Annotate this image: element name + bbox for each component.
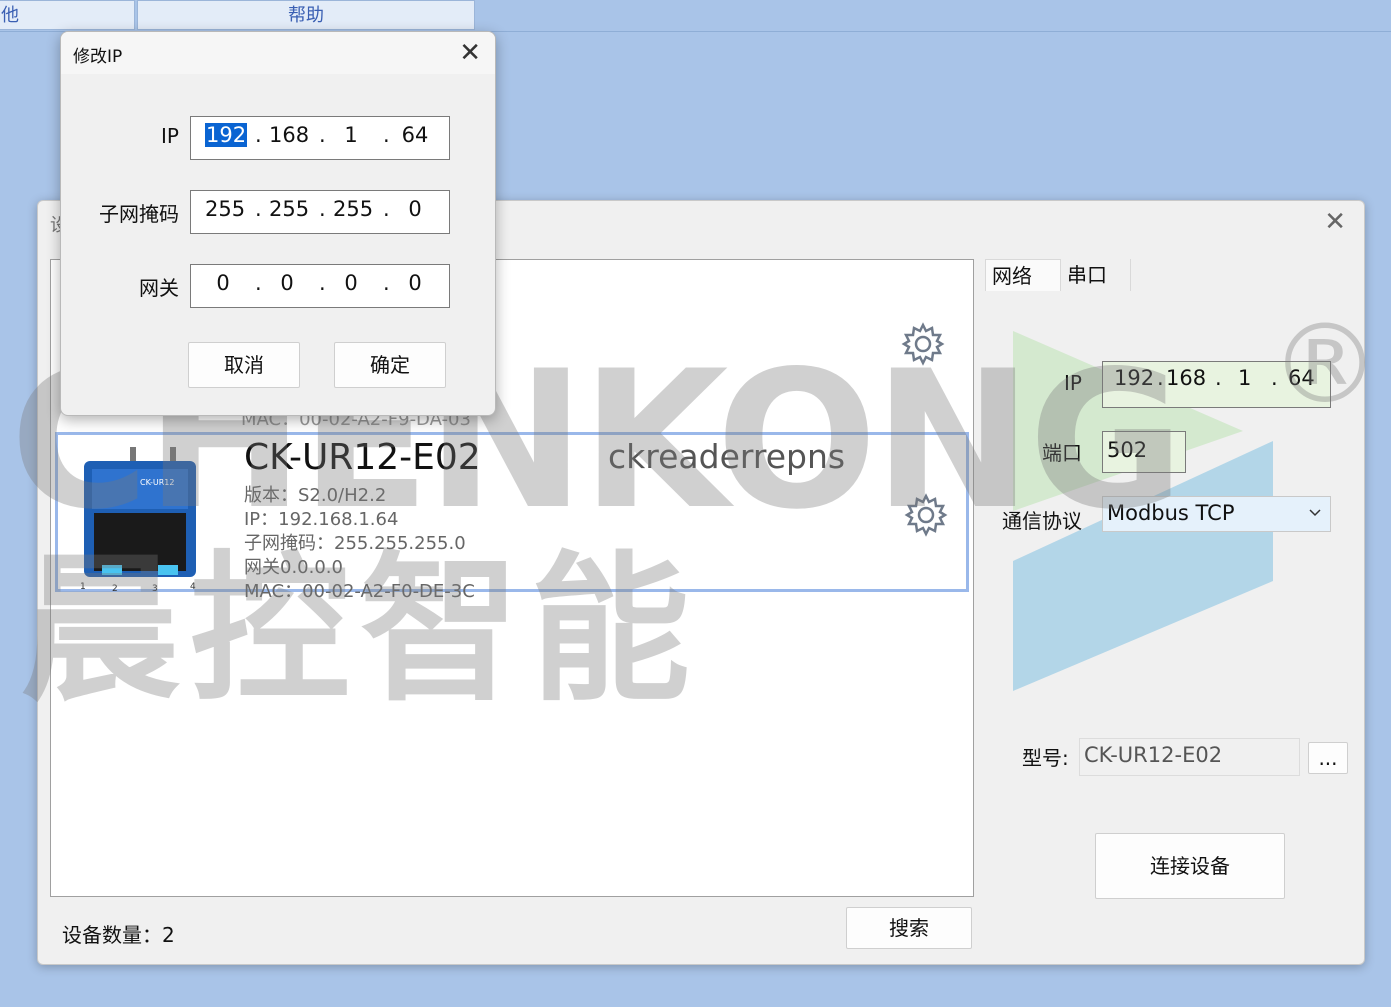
svg-text:2: 2 [112,584,118,591]
model-field: CK-UR12-E02 [1079,738,1300,776]
protocol-label: 通信协议 [1002,509,1082,533]
dialog-title: 修改IP [73,47,123,67]
ip-octet: 168 [269,123,310,147]
close-icon[interactable]: ✕ [459,38,481,68]
device-mac: MAC：00-02-A2-F0-DE-3C [244,581,475,602]
dialog-ip-field[interactable]: 192 . 168 . 1 . 64 [190,116,450,160]
ip-dot: . [255,271,262,295]
mask-octet: 255 [269,197,310,221]
ip-dot: . [255,197,262,221]
protocol-select[interactable]: Modbus TCP [1102,496,1331,532]
device-mask: 子网掩码：255.255.255.0 [244,533,466,554]
list-item-selected[interactable]: CK-UR12 1 2 3 4 CK-UR12-E02 ckreaderrepn… [55,432,969,602]
ip-dot: . [1157,366,1164,390]
mask-octet: 255 [333,197,374,221]
ip-octet: 1 [344,123,358,147]
device-count: 设备数量：2 [62,923,175,947]
port-field[interactable]: 502 [1102,431,1186,473]
ip-dot: . [319,271,326,295]
svg-text:4: 4 [190,582,196,591]
modify-ip-dialog: 修改IP ✕ IP 192 . 168 . 1 . 64 子网掩码 255 . … [60,31,496,416]
gw-octet: 0 [344,271,358,295]
ip-field[interactable]: 192 . 168 . 1 . 64 [1102,361,1331,408]
mask-label: 子网掩码 [99,202,179,226]
browse-button[interactable]: ... [1308,742,1348,774]
ip-dot: . [1215,366,1222,390]
device-version: 版本：S2.0/H2.2 [244,485,387,506]
ip-octet: 64 [401,123,429,147]
ip-dot: . [255,123,262,147]
tab-network[interactable]: 网络 [985,259,1061,291]
device-ip: IP：192.168.1.64 [244,509,399,530]
tab-serial[interactable]: 串口 [1061,259,1131,291]
close-icon[interactable]: ✕ [1324,209,1346,235]
mask-octet: 255 [205,197,246,221]
ip-dot: . [383,197,390,221]
connect-button[interactable]: 连接设备 [1095,833,1285,899]
ip-octet: 1 [1238,366,1252,390]
ip-octet: 64 [1288,366,1315,390]
menu-bar: 他 帮助 [0,0,1391,32]
ip-octet: 192 [1114,366,1155,390]
device-image: CK-UR12 1 2 3 4 [78,445,204,594]
device-gateway: 网关0.0.0.0 [244,557,343,578]
svg-text:1: 1 [80,582,86,591]
device-model: CK-UR12-E02 [244,437,481,478]
gear-icon[interactable] [901,322,945,366]
cancel-button[interactable]: 取消 [188,342,300,388]
search-button[interactable]: 搜索 [846,907,972,949]
ip-dot: . [383,123,390,147]
gw-octet: 0 [216,271,230,295]
gw-octet: 0 [280,271,294,295]
menu-item-label: 他 [1,5,19,26]
menu-item-help[interactable]: 帮助 [137,0,475,30]
device-hostname: ckreaderrepns [608,437,846,476]
ip-dot: . [1271,366,1278,390]
svg-text:CK-UR12: CK-UR12 [140,478,174,487]
gw-octet: 0 [408,271,422,295]
menu-item-other[interactable]: 他 [0,0,135,30]
mask-octet: 0 [408,197,422,221]
chevron-down-icon [1308,501,1322,530]
ip-label: IP [1064,371,1082,395]
ip-octet-selected: 192 [205,123,248,147]
gateway-label: 网关 [139,276,179,300]
model-label: 型号: [1022,746,1069,770]
ok-button[interactable]: 确定 [334,342,446,388]
dialog-mask-field[interactable]: 255 . 255 . 255 . 0 [190,190,450,234]
ip-dot: . [383,271,390,295]
dialog-gateway-field[interactable]: 0 . 0 . 0 . 0 [190,264,450,308]
svg-text:3: 3 [152,584,158,591]
port-label: 端口 [1042,441,1082,465]
ip-label: IP [161,124,179,148]
ip-dot: . [319,123,326,147]
ip-dot: . [319,197,326,221]
gear-icon[interactable] [904,493,948,537]
protocol-value: Modbus TCP [1107,501,1235,525]
ip-octet: 168 [1166,366,1207,390]
dialog-titlebar: 修改IP ✕ [61,32,495,74]
